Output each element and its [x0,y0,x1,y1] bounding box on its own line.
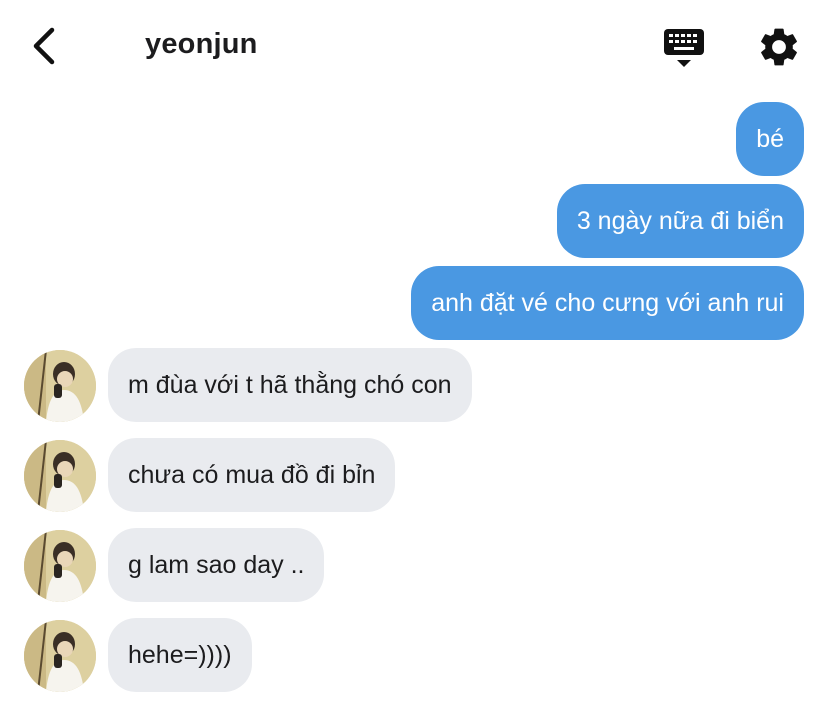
avatar-photo [24,530,96,602]
outgoing-message[interactable]: anh đặt vé cho cưng với anh rui [411,266,804,340]
outgoing-message[interactable]: bé [736,102,804,176]
avatar[interactable] [24,350,96,422]
outgoing-message[interactable]: 3 ngày nữa đi biển [556,184,804,258]
incoming-message[interactable]: hehe=)))) [108,618,252,692]
incoming-message[interactable]: m đùa với t hã thằng chó con [108,348,472,422]
avatar-photo [24,620,96,692]
avatar[interactable] [24,440,96,512]
avatar-photo [24,350,96,422]
avatar-photo [24,440,96,512]
incoming-message[interactable]: g lam sao day .. [108,528,325,602]
avatar[interactable] [24,530,96,602]
message-list: bé 3 ngày nữa đi biển anh đặt vé cho cưn… [0,0,828,703]
incoming-message[interactable]: chưa có mua đồ đi bỉn [108,438,396,512]
avatar[interactable] [24,620,96,692]
